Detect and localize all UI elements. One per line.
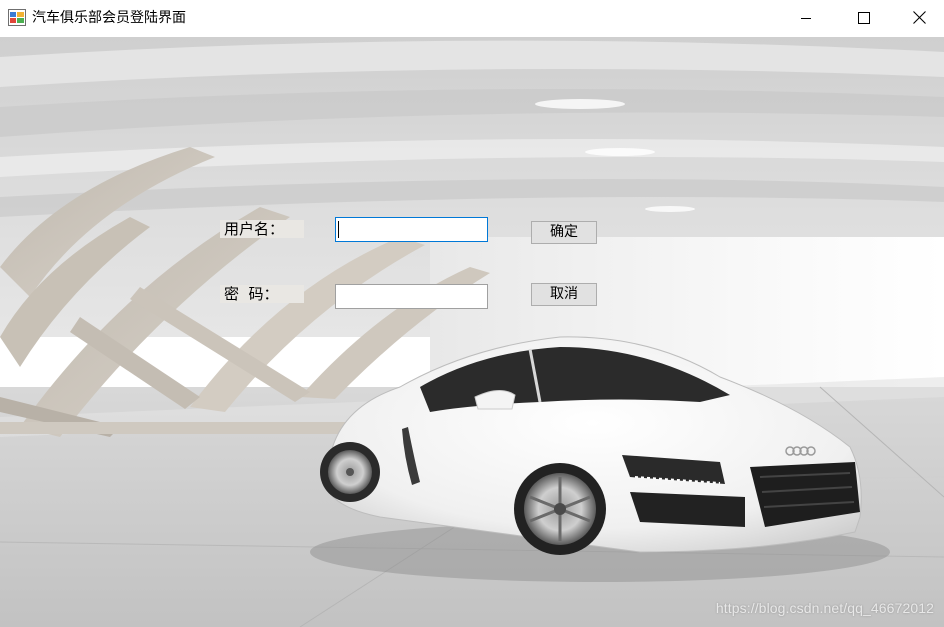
minimize-icon bbox=[800, 9, 812, 28]
cancel-button[interactable]: 取消 bbox=[531, 283, 597, 306]
app-icon[interactable] bbox=[8, 9, 26, 26]
close-button[interactable] bbox=[894, 0, 944, 37]
watermark-text: https://blog.csdn.net/qq_46672012 bbox=[715, 600, 934, 616]
password-input[interactable] bbox=[335, 284, 488, 309]
close-icon bbox=[912, 9, 926, 28]
username-input[interactable] bbox=[335, 217, 488, 242]
minimize-button[interactable] bbox=[777, 0, 835, 37]
password-label: 密 码： bbox=[220, 285, 304, 303]
background-image bbox=[0, 37, 944, 627]
client-area: 用户名： 确定 密 码： 取消 https://blog.csdn.net/qq… bbox=[0, 37, 944, 627]
title-bar[interactable]: 汽车俱乐部会员登陆界面 bbox=[0, 0, 944, 37]
login-window: 汽车俱乐部会员登陆界面 用户名： 确定 密 码： 取消 https://blog… bbox=[0, 0, 944, 627]
text-caret bbox=[338, 221, 339, 238]
window-title: 汽车俱乐部会员登陆界面 bbox=[32, 10, 186, 26]
username-label: 用户名： bbox=[220, 220, 304, 238]
ok-button[interactable]: 确定 bbox=[531, 221, 597, 244]
maximize-icon bbox=[858, 9, 870, 28]
maximize-button[interactable] bbox=[835, 0, 893, 37]
